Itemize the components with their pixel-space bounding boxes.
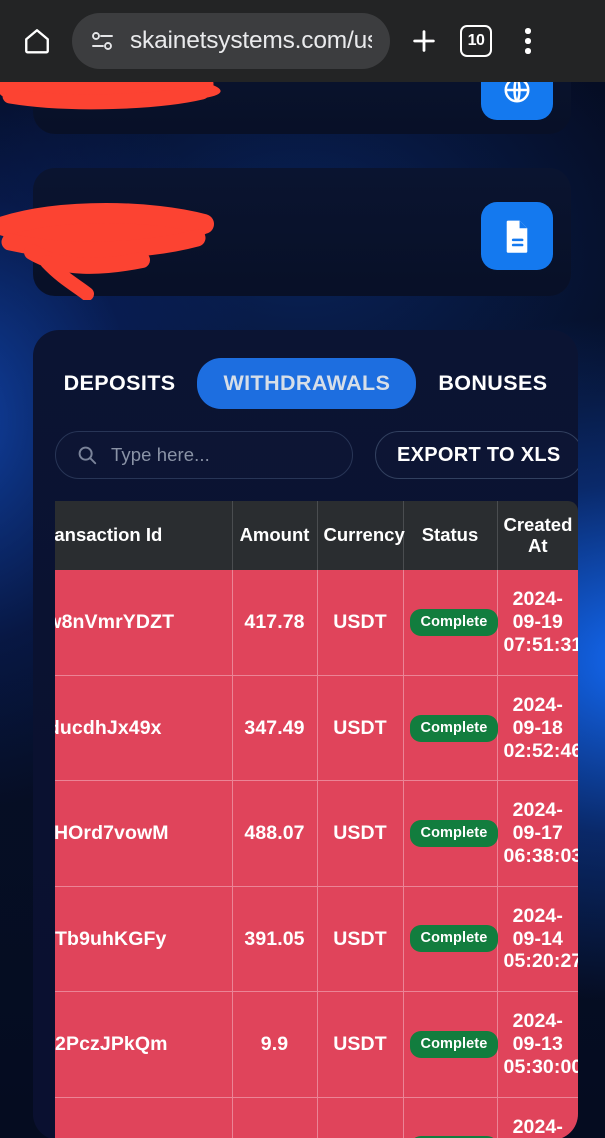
url-text: skainetsystems.com/use	[130, 27, 372, 54]
cell-transaction-id: 0w8nVmrYDZT	[55, 570, 233, 676]
created-at-time: 02:52:46	[503, 739, 579, 762]
created-at-date: 2024-09-14	[512, 904, 563, 950]
address-bar[interactable]: skainetsystems.com/use	[72, 13, 390, 69]
table-row[interactable]: 6xh2GtTv5H397.98USDTComplete2024-09-1305…	[55, 1097, 578, 1138]
search-input[interactable]: Type here...	[55, 431, 353, 479]
cell-status: Complete	[403, 675, 499, 782]
created-at-time: 06:38:03	[503, 844, 579, 867]
cell-created-at: 2024-09-19 07:51:31	[497, 570, 579, 676]
column-header-currency[interactable]: Currency	[317, 501, 405, 571]
table-row[interactable]: YHOrd7vowM488.07USDTComplete2024-09-1706…	[55, 780, 579, 887]
table-controls: Type here... EXPORT TO XLS	[33, 409, 578, 479]
cell-currency: USDT	[317, 1097, 404, 1138]
table-row[interactable]: gTb9uhKGFy 391.05 USDT Complete 2024-09-14 05…	[55, 886, 579, 993]
tab-switcher-button[interactable]: 10	[450, 15, 502, 67]
created-at-date: 2024-09-18	[512, 693, 563, 739]
status-badge: Complete	[409, 820, 499, 847]
column-header-transaction-id[interactable]: ransaction Id	[55, 501, 233, 571]
browser-toolbar: skainetsystems.com/use 10	[0, 0, 605, 82]
cell-transaction-id: 6xh2GtTv5H	[55, 1097, 233, 1138]
cell-created-at: 2024-09-1305:28:52	[497, 1097, 578, 1138]
web-page: DEPOSITS WITHDRAWALS BONUSES Type here..…	[0, 0, 605, 1138]
cell-amount: 397.98	[232, 1097, 318, 1138]
table-row[interactable]: ducdhJx49x 347.49 USDT Complete 2024-09-18 02…	[55, 675, 579, 782]
cell-transaction-id: gTb9uhKGFy	[55, 886, 233, 993]
status-badge: Complete	[409, 925, 499, 953]
cell-transaction-id: ducdhJx49x	[55, 675, 233, 782]
document-icon	[506, 220, 528, 253]
cell-status: Complete	[403, 991, 499, 1098]
transactions-table: ransaction Id Amount Currency Status Cre…	[55, 501, 578, 1138]
home-button[interactable]	[14, 18, 60, 64]
cell-currency: USDT	[317, 991, 404, 1098]
cell-created-at: 2024-09-18 02:52:46	[497, 675, 579, 782]
cell-amount: 347.49	[232, 675, 318, 782]
created-at-time: 05:30:00	[503, 1055, 579, 1078]
status-badge: Complete	[409, 714, 499, 742]
created-at-time: 05:20:27	[503, 950, 579, 973]
created-at-date: 2024-09-13	[512, 1115, 563, 1138]
tab-withdrawals[interactable]: WITHDRAWALS	[197, 358, 417, 409]
document-button[interactable]	[481, 202, 553, 270]
created-at-date: 2024-09-19	[512, 588, 563, 634]
cell-currency: USDT	[317, 675, 404, 782]
table-row[interactable]: S2PczJPkQm9.9USDTComplete2024-09-1305:30…	[55, 991, 579, 1098]
created-at-time: 07:51:31	[503, 634, 579, 657]
cell-transaction-id: S2PczJPkQm	[55, 991, 233, 1098]
cell-transaction-id: YHOrd7vowM	[55, 780, 233, 887]
cell-created-at: 2024-09-13 05:30:00	[497, 991, 579, 1098]
column-header-amount[interactable]: Amount	[232, 501, 318, 571]
new-tab-button[interactable]	[398, 15, 450, 67]
search-icon	[78, 446, 97, 465]
tab-bar: DEPOSITS WITHDRAWALS BONUSES	[33, 330, 578, 409]
search-placeholder: Type here...	[111, 444, 210, 465]
tab-count-badge: 10	[460, 25, 492, 57]
cell-amount: 391.05	[232, 886, 318, 993]
home-icon	[25, 29, 49, 54]
cell-amount: 9.9	[232, 991, 318, 1098]
column-header-status[interactable]: Status	[403, 501, 498, 571]
transactions-panel: DEPOSITS WITHDRAWALS BONUSES Type here..…	[33, 330, 578, 1138]
cell-currency: USDT	[317, 570, 404, 676]
cell-amount: 417.78	[232, 570, 318, 676]
cell-currency: USDT	[317, 886, 404, 993]
cell-status: Complete	[403, 886, 499, 993]
page-info-icon[interactable]	[90, 31, 116, 51]
table-header-row: ransaction Id Amount Currency Status Cre…	[55, 501, 578, 571]
table-body: 0w8nVmrYDZT417.78USDTComplete2024-09-190…	[55, 570, 578, 1138]
cell-created-at: 2024-09-17 06:38:03	[497, 780, 579, 887]
cell-status: Complete	[403, 780, 499, 887]
status-badge: Complete	[409, 609, 499, 637]
tab-bonuses[interactable]: BONUSES	[416, 358, 569, 409]
cell-status: Complete	[403, 1097, 499, 1138]
kebab-menu-icon	[525, 28, 531, 54]
status-badge: Complete	[409, 1030, 499, 1058]
export-to-xls-button[interactable]: EXPORT TO XLS	[375, 431, 578, 479]
column-header-created-at[interactable]: Created At	[497, 501, 578, 571]
plus-icon	[413, 30, 435, 52]
transactions-table-scroll[interactable]: ransaction Id Amount Currency Status Cre…	[55, 501, 578, 1138]
cell-status: Complete	[403, 570, 499, 676]
tab-deposits[interactable]: DEPOSITS	[42, 358, 198, 409]
cell-created-at: 2024-09-14 05:20:27	[497, 886, 579, 993]
cell-amount: 488.07	[232, 780, 318, 887]
table-row[interactable]: 0w8nVmrYDZT417.78USDTComplete2024-09-190…	[55, 570, 579, 676]
created-at-date: 2024-09-13	[512, 1010, 563, 1055]
created-at-date: 2024-09-17	[512, 799, 563, 845]
cell-currency: USDT	[317, 780, 404, 887]
browser-menu-button[interactable]	[502, 15, 554, 67]
